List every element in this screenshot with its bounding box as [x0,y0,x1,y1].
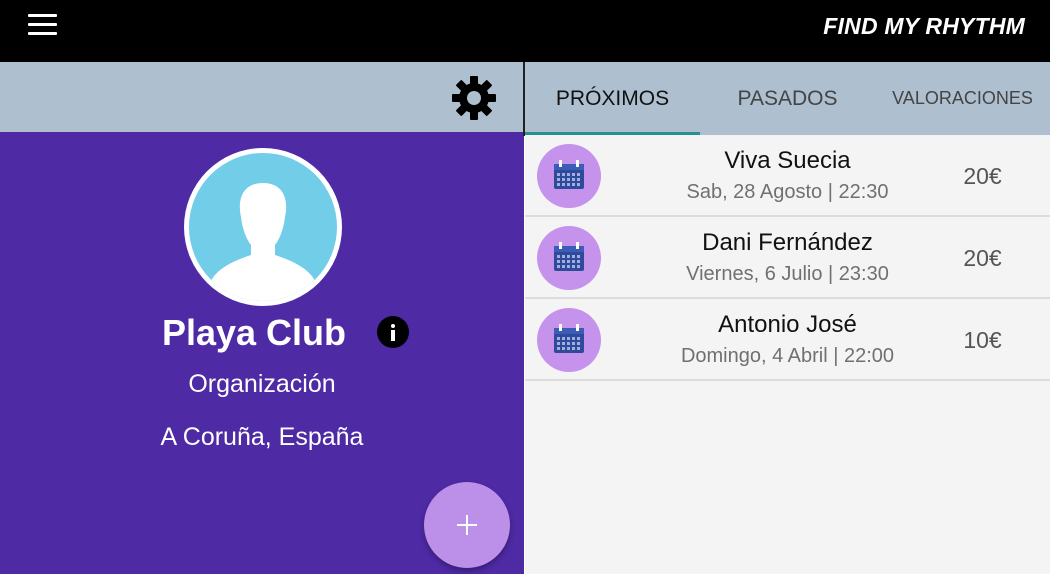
app-bar: FIND MY RHYTHM [0,0,1050,62]
info-icon[interactable] [377,316,409,348]
avatar [184,148,342,306]
event-date: Sab, 28 Agosto | 22:30 [686,181,889,203]
calendar-icon [537,144,601,208]
profile-name: Playa Club [161,312,347,353]
tab-bar: PRÓXIMOS PASADOS VALORACIONES [525,62,1050,135]
gear-icon[interactable] [450,74,498,122]
event-title: Dani Fernández [702,229,873,256]
add-event-button[interactable] [424,482,510,568]
event-date: Domingo, 4 Abril | 22:00 [680,345,895,367]
events-panel: PRÓXIMOS PASADOS VALORACIONES Viva Sueci… [525,62,1050,574]
profile-header-bar [0,62,524,132]
tab-proximos[interactable]: PRÓXIMOS [525,62,700,135]
profile-panel: Playa Club Organización A Coruña, España [0,62,524,574]
event-title: Viva Suecia [724,147,851,174]
event-price: 20€ [963,245,1002,271]
hamburger-menu-icon[interactable] [28,14,58,36]
event-price: 10€ [963,327,1002,353]
calendar-icon [537,226,601,290]
profile-card: Playa Club Organización A Coruña, España [0,132,524,574]
profile-role: Organización [188,370,336,398]
calendar-icon [537,308,601,372]
tab-pasados[interactable]: PASADOS [700,62,875,135]
event-date: Viernes, 6 Julio | 23:30 [686,263,889,285]
app-title: FIND MY RHYTHM [823,13,1025,39]
profile-location: A Coruña, España [160,423,364,451]
event-list-item[interactable]: Viva Suecia Sab, 28 Agosto | 22:30 20€ [525,135,1050,217]
event-price: 20€ [963,163,1002,189]
event-title: Antonio José [718,311,857,338]
event-list-item[interactable]: Antonio José Domingo, 4 Abril | 22:00 10… [525,299,1050,381]
tab-valoraciones[interactable]: VALORACIONES [875,62,1050,135]
event-list-item[interactable]: Dani Fernández Viernes, 6 Julio | 23:30 … [525,217,1050,299]
person-silhouette-icon [189,153,337,301]
